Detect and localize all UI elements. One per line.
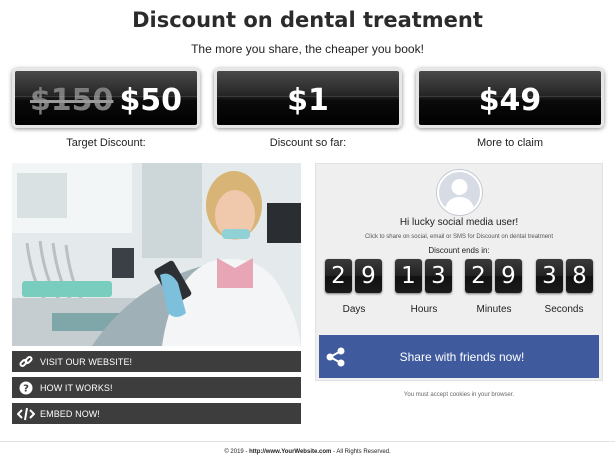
target-discount-box: $150 $50 xyxy=(12,68,200,128)
page-subtitle: The more you share, the cheaper you book… xyxy=(191,42,424,56)
greeting-text: Hi lucky social media user! xyxy=(399,217,519,228)
minutes-digit-2: 9 xyxy=(495,259,522,293)
footer-rights: - All Rights Reserved. xyxy=(331,449,391,455)
how-it-works-label: HOW IT WORKS! xyxy=(40,382,113,393)
days-digit-2: 9 xyxy=(355,259,382,293)
discount-so-far-label: Discount so far: xyxy=(269,137,347,149)
page-title: Discount on dental treatment xyxy=(132,8,483,32)
link-icon xyxy=(12,351,40,372)
seconds-unit: Seconds xyxy=(544,304,584,315)
visit-website-button[interactable]: VISIT OUR WEBSITE! xyxy=(12,351,301,372)
old-price: $150 xyxy=(29,83,114,118)
embed-now-button[interactable]: EMBED NOW! xyxy=(12,403,301,424)
discount-so-far-box: $1 xyxy=(214,68,402,128)
question-icon: ? xyxy=(12,377,40,398)
seconds-digit-1: 3 xyxy=(536,259,563,293)
target-price: $50 xyxy=(119,83,183,118)
embed-now-label: EMBED NOW! xyxy=(40,408,101,419)
footer-link[interactable]: http://www.YourWebsite.com xyxy=(249,449,331,455)
share-icon xyxy=(321,346,351,368)
more-to-claim-box: $49 xyxy=(416,68,604,128)
days-digit-1: 2 xyxy=(325,259,352,293)
footer-divider xyxy=(0,441,615,442)
hours-unit: Hours xyxy=(410,304,438,315)
hours-digit-2: 3 xyxy=(425,259,452,293)
cookie-note: You must accept cookies in your browser. xyxy=(403,392,515,398)
seconds-digit-2: 8 xyxy=(566,259,593,293)
share-hint: Click to share on social, email or SMS f… xyxy=(364,234,554,240)
svg-text:?: ? xyxy=(23,383,29,394)
minutes-digit-1: 2 xyxy=(465,259,492,293)
days-unit: Days xyxy=(342,304,366,315)
how-it-works-button[interactable]: ? HOW IT WORKS! xyxy=(12,377,301,398)
footer-copyright: © 2019 - xyxy=(224,449,250,455)
countdown-label: Discount ends in: xyxy=(428,246,490,255)
visit-website-label: VISIT OUR WEBSITE! xyxy=(40,356,133,367)
dentist-photo xyxy=(12,163,301,346)
avatar xyxy=(437,170,482,215)
code-icon xyxy=(12,403,40,424)
discount-so-far-value: $1 xyxy=(287,83,329,118)
hours-digit-1: 1 xyxy=(395,259,422,293)
share-button-label: Share with friends now! xyxy=(399,349,525,364)
minutes-unit: Minutes xyxy=(476,304,512,315)
more-to-claim-value: $49 xyxy=(478,83,542,118)
share-button[interactable]: Share with friends now! xyxy=(319,335,599,378)
target-discount-label: Target Discount: xyxy=(66,137,146,149)
footer: © 2019 - http://www.YourWebsite.com - Al… xyxy=(0,449,615,455)
more-to-claim-label: More to claim xyxy=(476,137,544,149)
